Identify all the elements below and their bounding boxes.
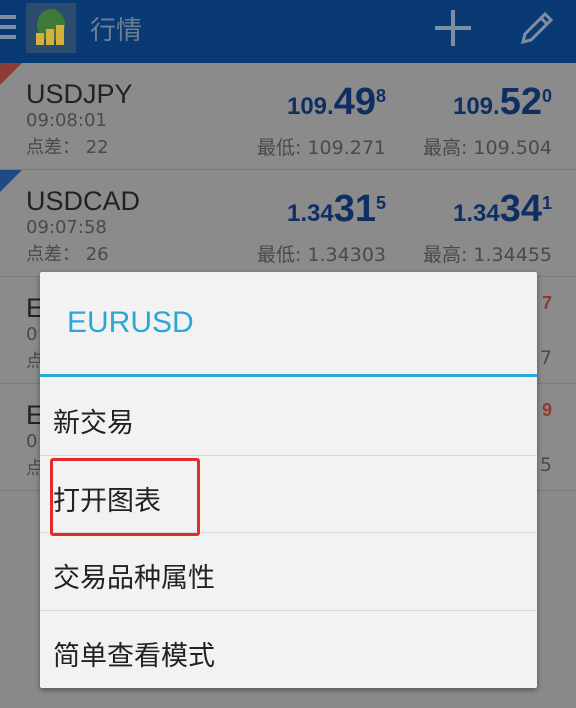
spread: 点差： 26: [26, 244, 109, 265]
menu-item-label: 简单查看模式: [53, 641, 215, 672]
bid-price: 1.34315: [286, 188, 386, 230]
menu-item-simple-view-mode[interactable]: 简单查看模式: [40, 610, 537, 688]
high-price: 最高: 1.34455: [422, 244, 552, 266]
ask-price: 9: [541, 400, 552, 420]
symbol-name: USDJPY: [26, 79, 133, 109]
add-symbol-icon[interactable]: [433, 8, 473, 48]
app-logo-icon[interactable]: [26, 3, 76, 53]
spread: 点差： 22: [26, 137, 109, 158]
menu-item-symbol-properties[interactable]: 交易品种属性: [40, 532, 537, 610]
quote-row-usdcad[interactable]: USDCAD 09:07:58 点差： 26 1.34315 1.34341 最…: [0, 170, 576, 277]
menu-item-label: 新交易: [53, 408, 134, 439]
price-direction-indicator: [0, 170, 22, 192]
low-price: 最低: 109.271: [256, 137, 386, 159]
ask-price: 1.34341: [452, 188, 552, 230]
annotation-highlight-box: [50, 458, 200, 536]
edit-pencil-icon[interactable]: [515, 6, 559, 50]
high-price: 5: [539, 454, 552, 476]
quote-row-usdjpy[interactable]: USDJPY 09:08:01 点差： 22 109.498 109.520 最…: [0, 63, 576, 170]
high-price: 7: [539, 347, 552, 369]
symbol-name: USDCAD: [26, 186, 141, 216]
menu-item-new-trade[interactable]: 新交易: [40, 378, 537, 455]
app-bar: 行情: [0, 0, 576, 63]
low-price: 最低: 1.34303: [256, 244, 386, 266]
bid-price: 109.498: [286, 81, 386, 123]
menu-icon[interactable]: [0, 15, 16, 45]
ask-price: 109.520: [452, 81, 552, 123]
menu-item-label: 交易品种属性: [53, 563, 215, 594]
ask-price: 7: [541, 293, 552, 313]
high-price: 最高: 109.504: [422, 137, 552, 159]
price-direction-indicator: [0, 63, 22, 85]
quote-time: 09:08:01: [26, 110, 107, 131]
quote-time: 0: [26, 324, 38, 345]
dialog-divider: [40, 374, 537, 377]
page-title: 行情: [90, 16, 143, 46]
symbol-context-dialog: EURUSD 新交易 打开图表 交易品种属性 简单查看模式: [40, 272, 537, 688]
dialog-title: EURUSD: [67, 306, 194, 339]
quote-time: 09:07:58: [26, 217, 107, 238]
quote-time: 0: [26, 431, 38, 452]
